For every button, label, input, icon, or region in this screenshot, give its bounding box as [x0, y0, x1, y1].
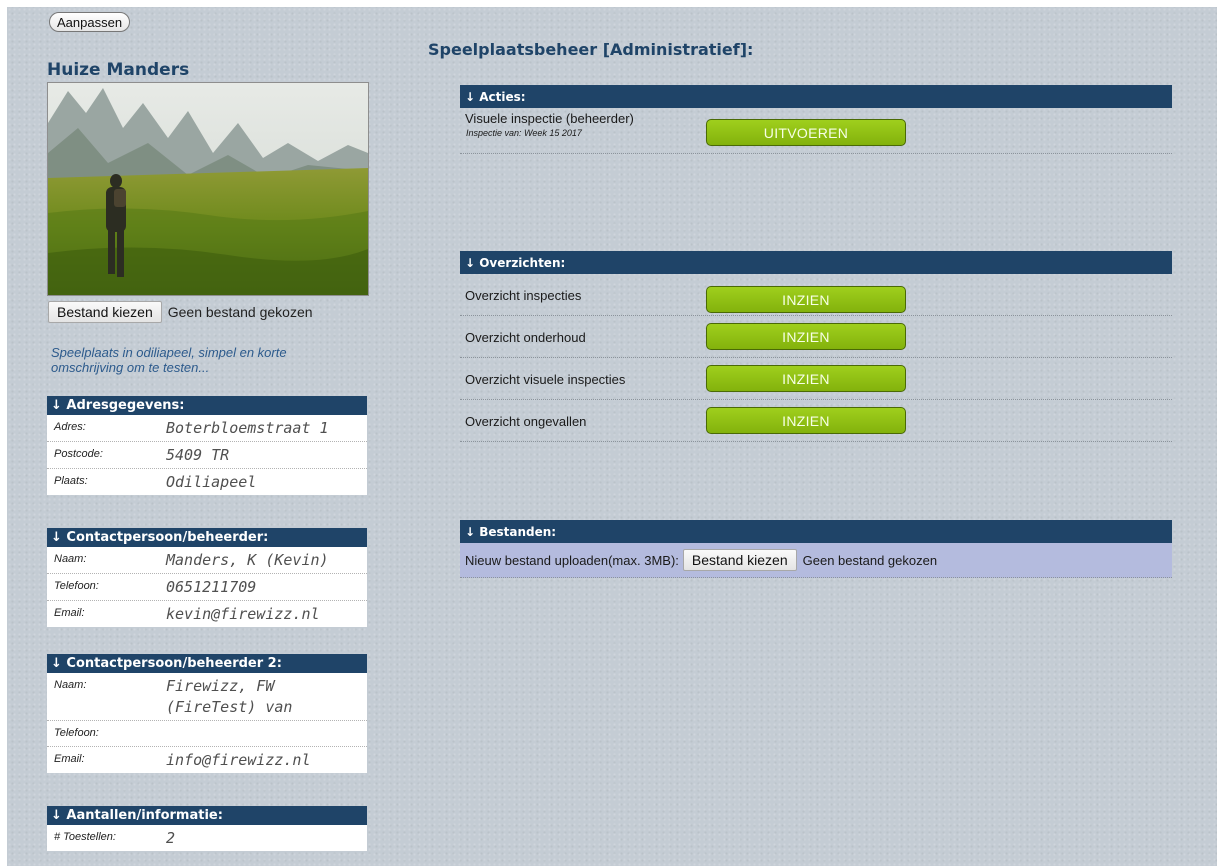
- overview-label: Overzicht inspecties: [465, 288, 582, 303]
- actions-header: ↓ Acties:: [460, 85, 1172, 108]
- view-inspections-button[interactable]: INZIEN: [706, 286, 906, 313]
- playground-description: Speelplaats in odiliapeel, simpel en kor…: [51, 345, 287, 375]
- files-header: ↓ Bestanden:: [460, 520, 1172, 543]
- contact2-header: ↓ Contactpersoon/beheerder 2:: [47, 654, 367, 673]
- postcode-label: Postcode:: [54, 448, 103, 460]
- contact2-box: ↓ Contactpersoon/beheerder 2: Naam: Fire…: [47, 654, 367, 773]
- equipment-count-row: # Toestellen: 2: [47, 825, 367, 851]
- counts-header: ↓ Aantallen/informatie:: [47, 806, 367, 825]
- choose-file-button[interactable]: Bestand kiezen: [682, 549, 797, 571]
- contact1-email-row: Email: kevin@firewizz.nl: [47, 601, 367, 627]
- city-label: Plaats:: [54, 475, 88, 487]
- address-value: Boterbloemstraat 1: [166, 419, 329, 437]
- contact2-email-row: Email: info@firewizz.nl: [47, 747, 367, 773]
- action-row: Visuele inspectie (beheerder) Inspectie …: [460, 108, 1172, 154]
- photo-choose-file-button[interactable]: Bestand kiezen: [48, 301, 162, 323]
- city-row: Plaats: Odiliapeel: [47, 469, 367, 495]
- overview-label: Overzicht ongevallen: [465, 414, 587, 429]
- city-value: Odiliapeel: [166, 473, 257, 491]
- postcode-row: Postcode: 5409 TR: [47, 442, 367, 469]
- equipment-count-value: 2: [166, 829, 176, 847]
- contact2-name-row: Naam: Firewizz, FW (FireTest) van: [47, 673, 367, 721]
- address-label: Adres:: [54, 421, 86, 433]
- contact1-email-value: kevin@firewizz.nl: [166, 605, 320, 623]
- contact1-phone-row: Telefoon: 0651211709: [47, 574, 367, 601]
- customize-button[interactable]: Aanpassen: [49, 12, 131, 32]
- contact1-name-value: Manders, K (Kevin): [166, 551, 329, 569]
- overview-row: Overzicht visuele inspecties INZIEN: [460, 358, 1172, 400]
- file-upload-row: Nieuw bestand uploaden(max. 3MB): Bestan…: [460, 543, 1172, 578]
- overviews-section: ↓ Overzichten: Overzicht inspecties INZI…: [460, 251, 1172, 442]
- overview-row: Overzicht inspecties INZIEN: [460, 274, 1172, 316]
- contact2-email-label: Email:: [54, 753, 85, 765]
- contact2-phone-label: Telefoon:: [54, 727, 99, 739]
- actions-section: ↓ Acties: Visuele inspectie (beheerder) …: [460, 85, 1172, 154]
- postcode-value: 5409 TR: [166, 446, 230, 464]
- overview-row: Overzicht ongevallen INZIEN: [460, 400, 1172, 442]
- contact1-email-label: Email:: [54, 607, 85, 619]
- action-sublabel: Inspectie van: Week 15 2017: [466, 128, 582, 138]
- file-upload-label: Nieuw bestand uploaden(max. 3MB):: [465, 552, 679, 568]
- file-status: Geen bestand gekozen: [802, 552, 938, 568]
- playground-photo: [47, 82, 369, 296]
- contact1-phone-label: Telefoon:: [54, 580, 99, 592]
- contact2-phone-value: [166, 721, 367, 726]
- contact1-header: ↓ Contactpersoon/beheerder:: [47, 528, 367, 547]
- view-visual-inspections-button[interactable]: INZIEN: [706, 365, 906, 392]
- photo-upload: Bestand kiezen Geen bestand gekozen: [48, 301, 313, 323]
- contact2-email-value: info@firewizz.nl: [166, 751, 311, 769]
- address-box: ↓ Adresgegevens: Adres: Boterbloemstraat…: [47, 396, 367, 495]
- contact1-name-row: Naam: Manders, K (Kevin): [47, 547, 367, 574]
- address-row: Adres: Boterbloemstraat 1: [47, 415, 367, 442]
- main-title: Speelplaatsbeheer [Administratief]:: [428, 40, 754, 59]
- files-section: ↓ Bestanden: Nieuw bestand uploaden(max.…: [460, 520, 1172, 578]
- contact1-name-label: Naam:: [54, 553, 87, 565]
- overviews-header: ↓ Overzichten:: [460, 251, 1172, 274]
- address-header: ↓ Adresgegevens:: [47, 396, 367, 415]
- contact2-name-label: Naam:: [54, 679, 87, 691]
- photo-file-status: Geen bestand gekozen: [167, 304, 313, 320]
- contact2-phone-row: Telefoon:: [47, 721, 367, 747]
- counts-box: ↓ Aantallen/informatie: # Toestellen: 2: [47, 806, 367, 851]
- view-maintenance-button[interactable]: INZIEN: [706, 323, 906, 350]
- site-title: Huize Manders: [47, 60, 190, 80]
- contact1-phone-value: 0651211709: [166, 578, 257, 596]
- contact2-name-value: Firewizz, FW (FireTest) van: [166, 677, 293, 716]
- execute-inspection-button[interactable]: UITVOEREN: [706, 119, 906, 146]
- overview-label: Overzicht visuele inspecties: [465, 372, 626, 387]
- overview-label: Overzicht onderhoud: [465, 330, 586, 345]
- contact1-box: ↓ Contactpersoon/beheerder: Naam: Mander…: [47, 528, 367, 627]
- overview-row: Overzicht onderhoud INZIEN: [460, 316, 1172, 358]
- action-label: Visuele inspectie (beheerder): [465, 111, 634, 126]
- view-accidents-button[interactable]: INZIEN: [706, 407, 906, 434]
- equipment-count-label: # Toestellen:: [54, 831, 116, 843]
